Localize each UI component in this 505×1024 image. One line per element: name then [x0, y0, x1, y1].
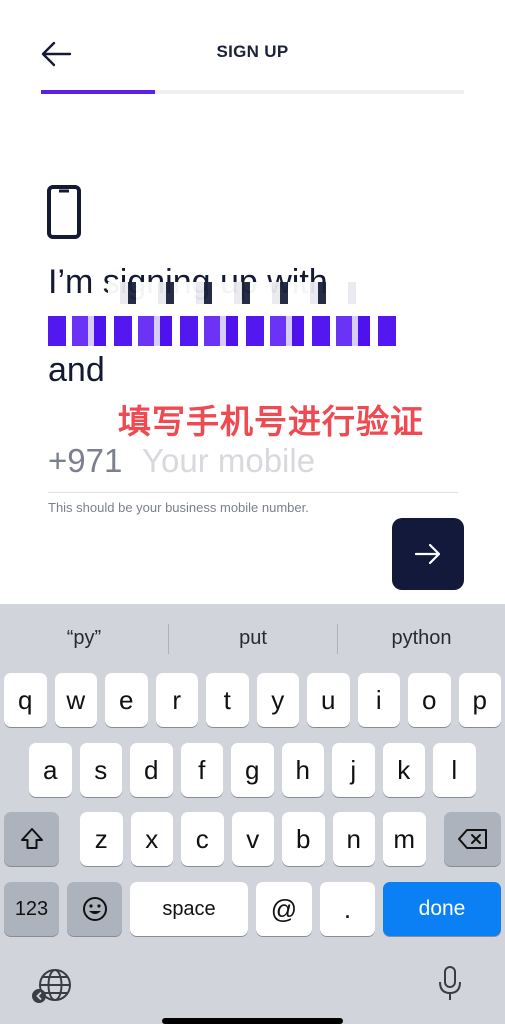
suggestion-item[interactable]: put [169, 604, 337, 672]
key-f[interactable]: f [180, 743, 223, 797]
key-g[interactable]: g [231, 743, 274, 797]
progress-fill [41, 90, 156, 94]
key-u[interactable]: u [307, 673, 350, 727]
space-key[interactable]: space [130, 882, 248, 936]
delete-key[interactable] [444, 812, 501, 866]
input-hint: This should be your business mobile numb… [48, 500, 309, 515]
key-v[interactable]: v [231, 812, 274, 866]
backspace-icon [457, 829, 487, 849]
globe-icon [32, 969, 71, 1003]
key-j[interactable]: j [332, 743, 375, 797]
key-s[interactable]: s [79, 743, 122, 797]
key-n[interactable]: n [332, 812, 375, 866]
page-title: SIGN UP [216, 42, 289, 61]
key-k[interactable]: k [382, 743, 425, 797]
suggestion-bar: “py” put python [0, 604, 505, 672]
key-l[interactable]: l [433, 743, 476, 797]
phone-icon [47, 185, 81, 239]
redacted-company-name [48, 316, 396, 346]
numbers-key[interactable]: 123 [4, 882, 59, 936]
keyboard: “py” put python qwertyuiop asdfghjkl zxc… [0, 604, 505, 1024]
home-indicator [162, 1018, 343, 1024]
key-r[interactable]: r [155, 673, 198, 727]
key-p[interactable]: p [458, 673, 501, 727]
shift-icon [20, 828, 43, 849]
suggestion-item[interactable]: “py” [0, 604, 168, 672]
key-t[interactable]: t [206, 673, 249, 727]
annotation-overlay: 填写手机号进行验证 [118, 403, 424, 440]
key-o[interactable]: o [408, 673, 451, 727]
country-code[interactable]: +971 [48, 442, 122, 480]
shift-key[interactable] [4, 812, 59, 866]
key-z[interactable]: z [80, 812, 123, 866]
at-key[interactable]: @ [256, 882, 312, 936]
arrow-right-icon [414, 543, 441, 565]
done-key[interactable]: done [383, 882, 501, 936]
key-w[interactable]: w [54, 673, 97, 727]
microphone-icon [439, 966, 461, 1000]
key-a[interactable]: a [29, 743, 72, 797]
emoji-key[interactable] [67, 882, 122, 936]
redacted-mask [108, 282, 356, 304]
key-y[interactable]: y [256, 673, 299, 727]
and-text: and [48, 351, 105, 389]
mobile-input[interactable] [142, 438, 458, 484]
key-h[interactable]: h [281, 743, 324, 797]
dot-key[interactable]: . [320, 882, 375, 936]
key-d[interactable]: d [130, 743, 173, 797]
key-e[interactable]: e [105, 673, 148, 727]
language-switch[interactable] [30, 966, 76, 1006]
suggestion-item[interactable]: python [338, 604, 505, 672]
progress-bar [41, 90, 464, 94]
key-i[interactable]: i [357, 673, 400, 727]
next-button[interactable] [392, 518, 464, 590]
input-underline [48, 492, 458, 493]
emoji-icon [82, 897, 107, 921]
dictation-button[interactable] [436, 964, 464, 1004]
key-c[interactable]: c [181, 812, 224, 866]
key-m[interactable]: m [383, 812, 426, 866]
key-x[interactable]: x [130, 812, 173, 866]
key-q[interactable]: q [4, 673, 47, 727]
key-b[interactable]: b [282, 812, 325, 866]
